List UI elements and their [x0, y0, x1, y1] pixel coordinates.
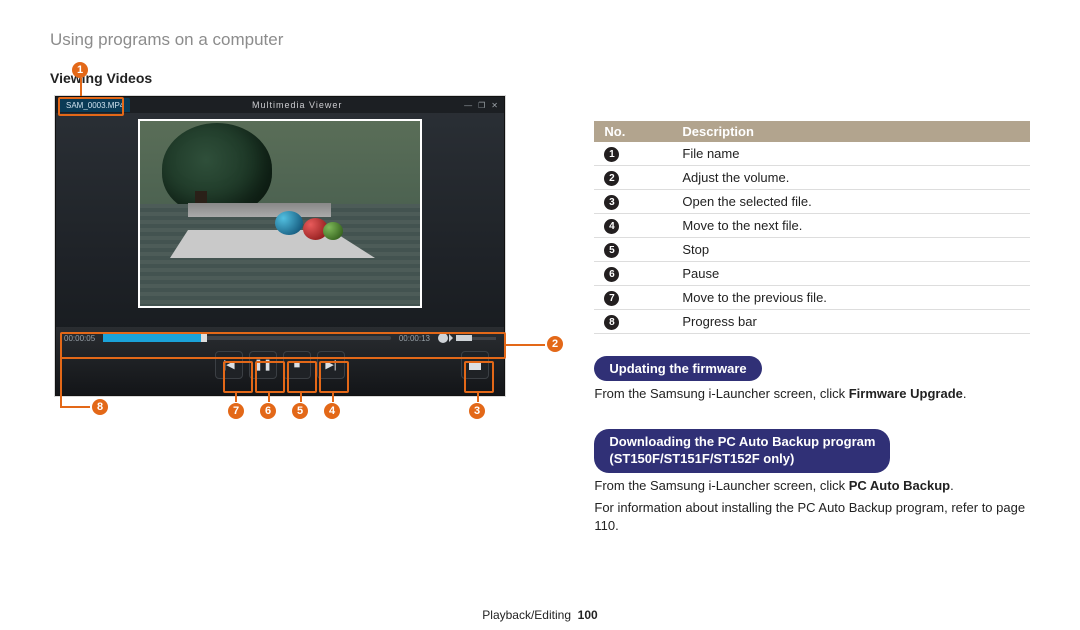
- callout-8: 8: [92, 399, 108, 415]
- minimize-icon[interactable]: —: [464, 101, 472, 110]
- next-button[interactable]: ▶|: [317, 351, 345, 379]
- pause-button[interactable]: ❚❚: [249, 351, 277, 379]
- grow-icon[interactable]: ❐: [478, 101, 485, 110]
- multimedia-viewer-window: SAM_0003.MP4 Multimedia Viewer — ❐ ✕: [55, 96, 505, 396]
- close-icon[interactable]: ✕: [491, 101, 498, 110]
- section-title: Using programs on a computer: [0, 0, 1080, 50]
- callout-2: 2: [547, 336, 563, 352]
- video-frame: [138, 119, 422, 308]
- volume-slider[interactable]: [456, 337, 496, 340]
- table-row: 5Stop: [594, 238, 1030, 262]
- stop-button[interactable]: ■: [283, 351, 311, 379]
- subheading-viewing-videos: Viewing Videos: [0, 50, 1080, 91]
- table-row: 7Move to the previous file.: [594, 286, 1030, 310]
- controls-area: 00:00:05 00:00:13 |◀ ❚❚ ■ ▶|: [56, 327, 504, 395]
- right-column: No. Description 1File name 2Adjust the v…: [569, 91, 1030, 540]
- callout-table: No. Description 1File name 2Adjust the v…: [594, 121, 1030, 334]
- folder-icon: [469, 360, 481, 370]
- callout-7: 7: [228, 403, 244, 419]
- callout-5: 5: [292, 403, 308, 419]
- viewer-titlebar: SAM_0003.MP4 Multimedia Viewer — ❐ ✕: [56, 97, 504, 113]
- firmware-paragraph: From the Samsung i-Launcher screen, clic…: [594, 385, 1030, 403]
- table-row: 1File name: [594, 142, 1030, 166]
- table-row: 8Progress bar: [594, 310, 1030, 334]
- left-column: SAM_0003.MP4 Multimedia Viewer — ❐ ✕: [50, 91, 569, 540]
- previous-button[interactable]: |◀: [215, 351, 243, 379]
- backup-paragraph-1: From the Samsung i-Launcher screen, clic…: [594, 477, 1030, 495]
- th-no: No.: [594, 121, 672, 142]
- file-name-tab: SAM_0003.MP4: [60, 98, 130, 112]
- callout-6: 6: [260, 403, 276, 419]
- table-row: 6Pause: [594, 262, 1030, 286]
- volume-icon[interactable]: [438, 333, 448, 343]
- pill-updating-firmware: Updating the firmware: [594, 356, 761, 381]
- backup-paragraph-2: For information about installing the PC …: [594, 499, 1030, 535]
- callout-4: 4: [324, 403, 340, 419]
- table-row: 2Adjust the volume.: [594, 166, 1030, 190]
- callout-3: 3: [469, 403, 485, 419]
- page-footer: Playback/Editing 100: [0, 608, 1080, 622]
- callout-1: 1: [72, 62, 88, 78]
- pill-pc-auto-backup: Downloading the PC Auto Backup program (…: [594, 429, 890, 473]
- open-file-button[interactable]: [461, 351, 489, 379]
- total-time: 00:00:13: [399, 334, 430, 343]
- th-desc: Description: [672, 121, 1030, 142]
- table-row: 3Open the selected file.: [594, 190, 1030, 214]
- media-area: [56, 113, 504, 318]
- elapsed-time: 00:00:05: [64, 334, 95, 343]
- progress-bar[interactable]: [103, 336, 391, 340]
- viewer-wrap: SAM_0003.MP4 Multimedia Viewer — ❐ ✕: [50, 96, 569, 396]
- window-title: Multimedia Viewer: [130, 100, 464, 110]
- table-row: 4Move to the next file.: [594, 214, 1030, 238]
